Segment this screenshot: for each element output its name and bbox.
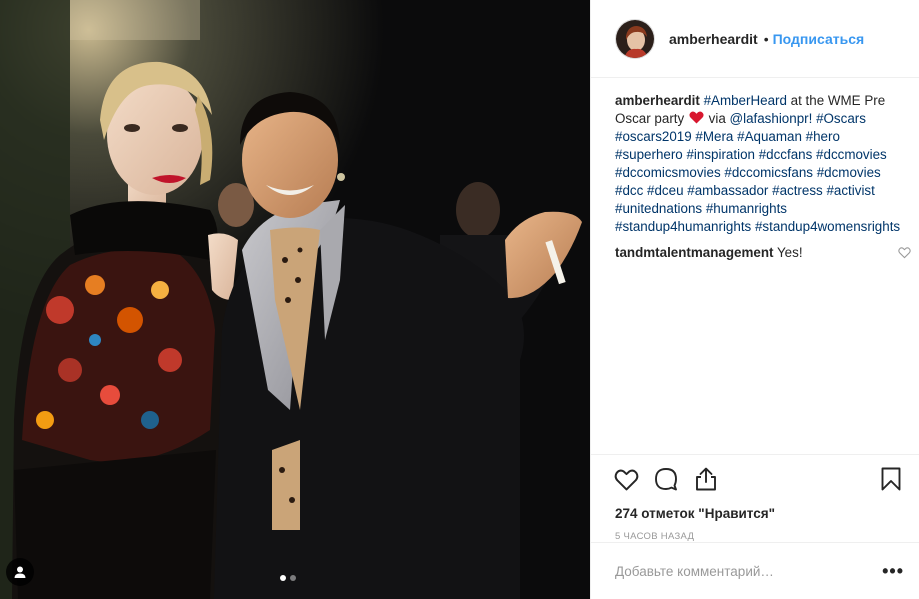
share-upload-icon bbox=[696, 467, 716, 491]
carousel-dot-active bbox=[280, 575, 286, 581]
red-heart-emoji-icon bbox=[689, 111, 704, 124]
hashtag-link[interactable]: #dccfans bbox=[759, 147, 813, 162]
hashtag-link[interactable]: #actress bbox=[772, 183, 823, 198]
post-side-panel: amberheardit • Подписаться amberheardit … bbox=[590, 0, 919, 599]
hashtag-link[interactable]: #standup4humanrights bbox=[615, 219, 751, 234]
hashtag-link[interactable]: #dccomicsfans bbox=[724, 165, 813, 180]
header-separator: • bbox=[763, 30, 769, 47]
photo-scene bbox=[0, 0, 590, 599]
post-header: amberheardit • Подписаться bbox=[591, 0, 919, 78]
header-username[interactable]: amberheardit bbox=[669, 31, 758, 47]
hashtag-link[interactable]: #ambassador bbox=[687, 183, 768, 198]
hashtag-link[interactable]: #activist bbox=[826, 183, 874, 198]
caption-text: via bbox=[704, 111, 730, 126]
user-tag-icon bbox=[14, 566, 26, 578]
comment-text: Yes! bbox=[776, 245, 803, 260]
add-comment-bar: ••• bbox=[591, 542, 919, 599]
carousel-indicator bbox=[280, 575, 296, 581]
comment-bubble-icon bbox=[655, 468, 677, 491]
hashtag-link[interactable]: #dccmovies bbox=[816, 147, 887, 162]
heart-outline-icon bbox=[614, 469, 638, 490]
post-actions-section: 274 отметок "Нравится" 5 часов назад bbox=[591, 454, 919, 542]
more-options-button[interactable]: ••• bbox=[882, 562, 904, 580]
hashtag-link[interactable]: #unitednations bbox=[615, 201, 702, 216]
hashtag-link[interactable]: #dceu bbox=[647, 183, 683, 198]
hashtag-link[interactable]: #Mera bbox=[695, 129, 733, 144]
carousel-dot bbox=[290, 575, 296, 581]
instagram-post: amberheardit • Подписаться amberheardit … bbox=[0, 0, 919, 599]
mention-link[interactable]: @lafashionpr! bbox=[730, 111, 813, 126]
hashtag-link[interactable]: #dccomicsmovies bbox=[615, 165, 721, 180]
hashtag-link[interactable]: #standup4womensrights bbox=[755, 219, 900, 234]
share-button[interactable] bbox=[693, 466, 719, 492]
comments-section: amberheardit #AmberHeard at the WME Pre … bbox=[615, 92, 911, 262]
comment-username[interactable]: tandmtalentmanagement bbox=[615, 245, 773, 260]
comment-like-heart-icon[interactable] bbox=[898, 246, 911, 259]
comment-button[interactable] bbox=[653, 466, 679, 492]
hashtag-link[interactable]: #dcmovies bbox=[817, 165, 881, 180]
likes-count[interactable]: 274 отметок "Нравится" bbox=[591, 503, 919, 525]
hashtag-link[interactable]: #humanrights bbox=[706, 201, 787, 216]
hashtag-link[interactable]: #dcc bbox=[615, 183, 643, 198]
hashtag-link[interactable]: #oscars2019 bbox=[615, 129, 692, 144]
bookmark-icon bbox=[881, 467, 901, 491]
caption-username[interactable]: amberheardit bbox=[615, 93, 700, 108]
like-button[interactable] bbox=[613, 466, 639, 492]
post-photo[interactable] bbox=[0, 0, 590, 599]
add-comment-input[interactable] bbox=[615, 563, 883, 579]
hashtag-link[interactable]: #superhero bbox=[615, 147, 683, 162]
profile-avatar-icon bbox=[616, 19, 654, 58]
follow-button[interactable]: Подписаться bbox=[773, 31, 865, 47]
save-button[interactable] bbox=[878, 466, 904, 492]
hashtag-link[interactable]: #AmberHeard bbox=[704, 93, 787, 108]
action-buttons bbox=[591, 455, 919, 503]
avatar[interactable] bbox=[615, 18, 655, 59]
post-timestamp[interactable]: 5 часов назад bbox=[591, 531, 919, 542]
hashtag-link[interactable]: #hero bbox=[806, 129, 840, 144]
tagged-users-button[interactable] bbox=[6, 558, 34, 586]
comment-item: tandmtalentmanagement Yes! bbox=[615, 244, 911, 262]
post-caption: amberheardit #AmberHeard at the WME Pre … bbox=[615, 92, 903, 236]
hashtag-link[interactable]: #Aquaman bbox=[737, 129, 802, 144]
hashtag-link[interactable]: #inspiration bbox=[686, 147, 754, 162]
hashtag-link[interactable]: #Oscars bbox=[816, 111, 866, 126]
